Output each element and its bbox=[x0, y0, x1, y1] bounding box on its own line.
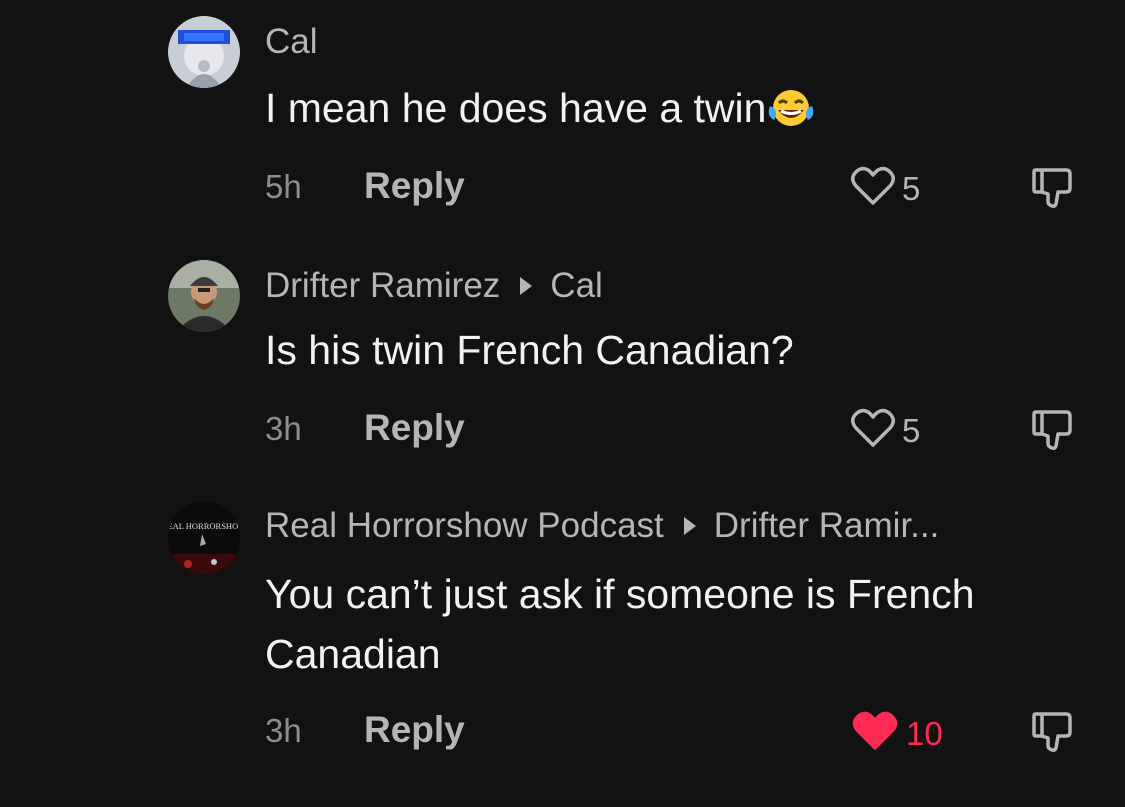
comment-text: I mean he does have a twin bbox=[265, 78, 1095, 144]
avatar-logo-text: REAL HORRORSHOW bbox=[168, 521, 240, 531]
like-count: 5 bbox=[902, 411, 921, 449]
dislike-button[interactable] bbox=[1030, 166, 1078, 215]
comment-timestamp: 3h bbox=[265, 712, 302, 749]
heart-filled-icon bbox=[850, 709, 900, 758]
comment-author[interactable]: Cal bbox=[265, 22, 318, 62]
heart-icon bbox=[850, 407, 896, 454]
like-count: 10 bbox=[906, 714, 943, 752]
dislike-button[interactable] bbox=[1030, 408, 1078, 457]
like-button[interactable]: 10 bbox=[850, 709, 943, 758]
laughing-emoji-icon bbox=[768, 84, 814, 144]
reply-button[interactable]: Reply bbox=[364, 165, 465, 207]
author-name[interactable]: Real Horrorshow Podcast bbox=[265, 506, 664, 546]
reply-arrow-icon bbox=[683, 517, 696, 535]
like-button[interactable]: 5 bbox=[850, 165, 920, 212]
comment-text: You can’t just ask if someone is French … bbox=[265, 571, 975, 677]
thumbs-down-icon bbox=[1030, 712, 1078, 758]
author-name[interactable]: Drifter Ramirez bbox=[265, 266, 500, 306]
author-name[interactable]: Cal bbox=[265, 22, 318, 62]
comment-text: Is his twin French Canadian? bbox=[265, 327, 794, 373]
reply-to-name[interactable]: Cal bbox=[550, 266, 603, 306]
heart-icon bbox=[850, 165, 896, 212]
avatar[interactable] bbox=[168, 260, 240, 332]
comment-timestamp: 5h bbox=[265, 168, 302, 205]
thumbs-down-icon bbox=[1030, 410, 1078, 456]
comment-author[interactable]: Real Horrorshow Podcast Drifter Ramir... bbox=[265, 506, 939, 546]
thumbs-down-icon bbox=[1030, 168, 1078, 214]
comment-timestamp: 3h bbox=[265, 410, 302, 447]
reply-button[interactable]: Reply bbox=[364, 709, 465, 751]
comment-text-content: I mean he does have a twin bbox=[265, 85, 767, 131]
like-count: 5 bbox=[902, 169, 921, 207]
dislike-button[interactable] bbox=[1030, 710, 1078, 759]
reply-button[interactable]: Reply bbox=[364, 407, 465, 449]
like-button[interactable]: 5 bbox=[850, 407, 920, 454]
avatar[interactable]: REAL HORRORSHOW bbox=[168, 502, 240, 574]
reply-to-name[interactable]: Drifter Ramir... bbox=[714, 506, 940, 546]
avatar[interactable] bbox=[168, 16, 240, 88]
reply-arrow-icon bbox=[520, 277, 533, 295]
comment-author[interactable]: Drifter Ramirez Cal bbox=[265, 266, 603, 306]
